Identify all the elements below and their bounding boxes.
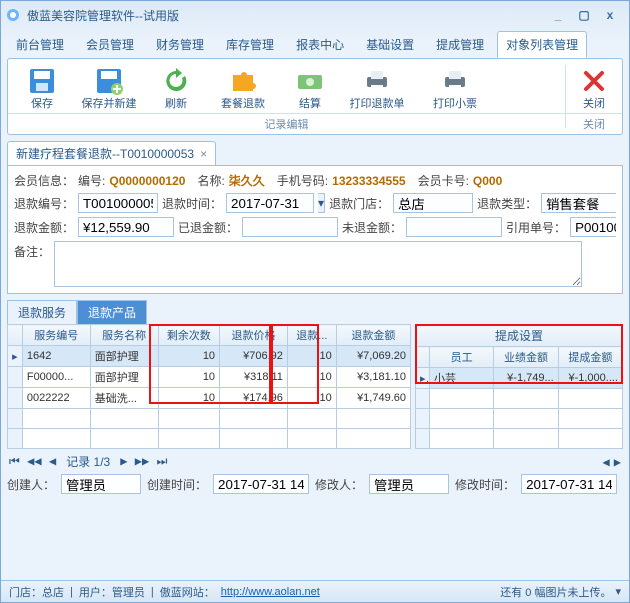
minimize-icon[interactable]: _ bbox=[549, 8, 567, 22]
table-row[interactable] bbox=[416, 429, 623, 449]
member-card: Q000 bbox=[473, 174, 502, 188]
table-row[interactable]: 0022222 基础洗... 10 ¥174.96 10 ¥1,749.60 bbox=[8, 388, 411, 409]
status-store: 门店：总店 bbox=[9, 584, 64, 600]
create-time-field[interactable] bbox=[213, 474, 309, 494]
table-row[interactable]: ▸ 小芸 ¥-1,749... ¥-1,000.... bbox=[416, 368, 623, 389]
menu-tab-4[interactable]: 报表中心 bbox=[287, 31, 353, 58]
refund-time-field[interactable] bbox=[226, 193, 314, 213]
row-indicator-icon: ▸ bbox=[8, 346, 23, 367]
refund-store-field[interactable] bbox=[393, 193, 473, 213]
refund-no-field[interactable] bbox=[78, 193, 158, 213]
maximize-icon[interactable]: ▢ bbox=[575, 8, 593, 22]
document-tab-label: 新建疗程套餐退款--T0010000053 bbox=[16, 145, 194, 162]
memberinfo-label: 会员信息： bbox=[14, 172, 74, 189]
table-row[interactable]: F00000... 面部护理 10 ¥318.11 10 ¥3,181.10 bbox=[8, 367, 411, 388]
nav-next2-icon[interactable]: ▶ bbox=[612, 455, 623, 469]
status-upload-text: 还有 0 幅图片未上传。 bbox=[500, 584, 611, 600]
tab-refund-service[interactable]: 退款服务 bbox=[7, 300, 77, 324]
titlebar: 傲蓝美容院管理软件--试用版 _ ▢ x bbox=[1, 1, 629, 29]
refunded-amount-field[interactable] bbox=[242, 217, 338, 237]
cash-icon bbox=[294, 65, 326, 97]
member-name: 柒久久 bbox=[229, 172, 265, 189]
settle-button[interactable]: 结算 bbox=[282, 63, 338, 113]
app-icon bbox=[5, 7, 21, 23]
close-icon[interactable]: x bbox=[601, 8, 619, 22]
menubar: 前台管理 会员管理 财务管理 库存管理 报表中心 基础设置 提成管理 对象列表管… bbox=[1, 29, 629, 58]
chevron-down-icon[interactable]: ▾ bbox=[615, 585, 621, 598]
ribbon: 保存 保存并新建 刷新 套餐退款 结算 bbox=[7, 58, 623, 135]
printer2-icon bbox=[439, 65, 471, 97]
nav-prev-icon[interactable]: ◀ bbox=[47, 454, 58, 468]
puzzle-icon bbox=[227, 65, 259, 97]
nav-prevpage-icon[interactable]: ◀◀ bbox=[25, 454, 43, 468]
remark-field[interactable] bbox=[54, 241, 582, 287]
commission-panel-title: 提成设置 bbox=[415, 324, 623, 346]
statusbar: 门店：总店| 用户：管理员| 傲蓝网站： http://www.aolan.ne… bbox=[1, 580, 629, 602]
nav-next-icon[interactable]: ▶ bbox=[118, 454, 129, 468]
menu-tab-2[interactable]: 财务管理 bbox=[147, 31, 213, 58]
print-receipt-button[interactable]: 打印小票 bbox=[416, 63, 494, 113]
refund-amount-field[interactable] bbox=[78, 217, 174, 237]
close-button[interactable]: 关闭 bbox=[572, 63, 616, 113]
tab-refund-product[interactable]: 退款产品 bbox=[77, 300, 147, 324]
nav-first-icon[interactable]: ⏮ bbox=[7, 454, 22, 468]
refresh-button[interactable]: 刷新 bbox=[148, 63, 204, 113]
table-row[interactable] bbox=[8, 409, 411, 429]
ribbon-close-group-label: 关闭 bbox=[566, 113, 622, 134]
ribbon-group-label: 记录编辑 bbox=[8, 113, 565, 134]
nav-prev2-icon[interactable]: ◀ bbox=[601, 455, 612, 469]
menu-tab-3[interactable]: 库存管理 bbox=[217, 31, 283, 58]
document-tab-close-icon[interactable]: × bbox=[200, 147, 207, 161]
unrefund-amount-field[interactable] bbox=[406, 217, 502, 237]
print-refund-button[interactable]: 打印退款单 bbox=[338, 63, 416, 113]
table-row[interactable] bbox=[416, 409, 623, 429]
save-button[interactable]: 保存 bbox=[14, 63, 70, 113]
menu-tab-1[interactable]: 会员管理 bbox=[77, 31, 143, 58]
menu-tab-7[interactable]: 对象列表管理 bbox=[497, 31, 587, 58]
table-row[interactable] bbox=[8, 429, 411, 449]
modify-time-field[interactable] bbox=[521, 474, 617, 494]
refresh-icon bbox=[160, 65, 192, 97]
status-site-link[interactable]: http://www.aolan.net bbox=[221, 586, 320, 598]
form-area: 会员信息： 编号: Q0000000120 名称: 柒久久 手机号码: 1323… bbox=[7, 165, 623, 294]
save-new-button[interactable]: 保存并新建 bbox=[70, 63, 148, 113]
close-x-icon bbox=[578, 65, 610, 97]
date-picker-icon[interactable]: ▾ bbox=[318, 193, 325, 213]
refund-type-field[interactable] bbox=[541, 193, 616, 213]
nav-last-icon[interactable]: ⏭ bbox=[155, 454, 170, 468]
printer-icon bbox=[361, 65, 393, 97]
menu-tab-6[interactable]: 提成管理 bbox=[427, 31, 493, 58]
save-icon bbox=[26, 65, 58, 97]
table-header-row: 服务编号 服务名称 剩余次数 退款价格 退款... 退款金额 bbox=[8, 325, 411, 346]
save-new-icon bbox=[93, 65, 125, 97]
window-title: 傲蓝美容院管理软件--试用版 bbox=[27, 7, 549, 24]
status-user: 用户：管理员 bbox=[79, 584, 145, 600]
ref-no-field[interactable] bbox=[570, 217, 616, 237]
document-tab[interactable]: 新建疗程套餐退款--T0010000053 × bbox=[7, 141, 216, 165]
member-phone: 13233334555 bbox=[332, 174, 405, 188]
package-refund-button[interactable]: 套餐退款 bbox=[204, 63, 282, 113]
modifier-field[interactable] bbox=[369, 474, 449, 494]
table-header-row: 员工 业绩金额 提成金额 bbox=[416, 347, 623, 368]
commission-table[interactable]: 员工 业绩金额 提成金额 ▸ 小芸 ¥-1,749... ¥-1,000.... bbox=[415, 346, 623, 449]
record-position: 记录 1/3 bbox=[66, 453, 110, 470]
table-row[interactable] bbox=[416, 389, 623, 409]
menu-tab-5[interactable]: 基础设置 bbox=[357, 31, 423, 58]
record-nav-right[interactable]: ▶ ▶▶ ⏭ bbox=[118, 454, 169, 469]
creator-field[interactable] bbox=[61, 474, 141, 494]
status-site-label: 傲蓝网站： bbox=[160, 584, 215, 600]
nav-nextpage-icon[interactable]: ▶▶ bbox=[133, 454, 151, 468]
table-row[interactable]: ▸ 1642 面部护理 10 ¥706.92 10 ¥7,069.20 bbox=[8, 346, 411, 367]
record-nav[interactable]: ⏮ ◀◀ ◀ bbox=[7, 454, 58, 469]
member-id: Q0000000120 bbox=[109, 174, 185, 188]
row-indicator-icon: ▸ bbox=[416, 368, 430, 389]
menu-tab-0[interactable]: 前台管理 bbox=[7, 31, 73, 58]
refund-items-table[interactable]: 服务编号 服务名称 剩余次数 退款价格 退款... 退款金额 ▸ 1642 面部… bbox=[7, 324, 411, 449]
